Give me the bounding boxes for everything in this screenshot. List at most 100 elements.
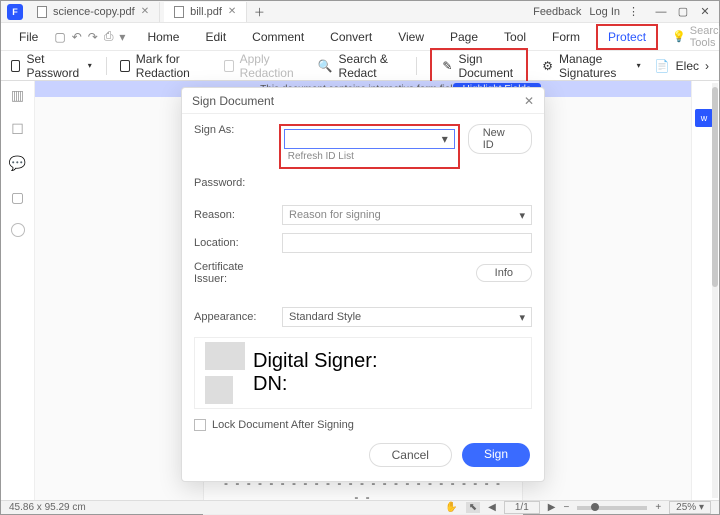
file-menu[interactable]: File xyxy=(9,26,48,48)
dialog-title: Sign Document xyxy=(192,94,274,108)
statusbar: 45.86 x 95.29 cm ✋ ⬉ ◀ 1/1 ▶ − + 25% ▾ xyxy=(1,500,719,514)
search-icon: 🔍 xyxy=(318,59,333,73)
set-password-button[interactable]: Set Password ▾ xyxy=(11,52,92,80)
pdf-icon xyxy=(37,6,47,18)
file-icon: 📄 xyxy=(655,59,670,73)
new-tab-button[interactable]: ＋ xyxy=(251,5,267,19)
minimize-button[interactable]: — xyxy=(653,5,669,19)
sign-as-select[interactable]: ▾ xyxy=(284,129,455,149)
login-link[interactable]: Log In xyxy=(589,6,620,18)
tab-label: science-copy.pdf xyxy=(53,6,135,18)
word-export-icon[interactable]: w xyxy=(695,109,713,127)
chevron-down-icon: ▾ xyxy=(442,132,448,146)
preview-line2: DN: xyxy=(253,373,378,396)
chevron-right-icon: › xyxy=(705,59,709,73)
close-icon[interactable]: ✕ xyxy=(141,6,149,17)
sign-button[interactable]: Sign xyxy=(462,443,530,467)
app-icon: F xyxy=(7,4,23,20)
apply-redaction-button: Apply Redaction xyxy=(224,52,303,80)
menu-page[interactable]: Page xyxy=(440,26,488,48)
menu-form[interactable]: Form xyxy=(542,26,590,48)
password-label: Password: xyxy=(194,177,274,189)
tab-science[interactable]: science-copy.pdf ✕ xyxy=(27,2,160,22)
sign-as-label: Sign As: xyxy=(194,124,271,136)
new-id-button[interactable]: New ID xyxy=(468,124,532,154)
menu-comment[interactable]: Comment xyxy=(242,26,314,48)
appearance-label: Appearance: xyxy=(194,311,274,323)
zoom-value[interactable]: 25% ▾ xyxy=(669,501,711,514)
lock-icon xyxy=(11,60,20,72)
reason-select[interactable]: Reason for signing ▾ xyxy=(282,205,532,225)
preview-line1: Digital Signer: xyxy=(253,350,378,373)
lock-checkbox[interactable] xyxy=(194,419,206,431)
save-icon[interactable]: ▢ xyxy=(54,28,65,46)
menu-tool[interactable]: Tool xyxy=(494,26,536,48)
search-tools[interactable]: 💡 Search Tools xyxy=(672,25,720,49)
lock-label: Lock Document After Signing xyxy=(212,419,354,431)
tab-bill[interactable]: bill.pdf ✕ xyxy=(164,2,247,22)
zoom-out-icon[interactable]: − xyxy=(563,502,569,513)
prev-page-icon[interactable]: ◀ xyxy=(488,502,496,513)
titlebar: F science-copy.pdf ✕ bill.pdf ✕ ＋ Feedba… xyxy=(1,1,719,23)
tab-label: bill.pdf xyxy=(190,6,222,18)
thumbnail-icon[interactable]: ▥ xyxy=(10,87,26,103)
scrollbar[interactable] xyxy=(712,83,718,498)
zoom-in-icon[interactable]: + xyxy=(655,502,661,513)
close-icon[interactable]: ✕ xyxy=(228,6,236,17)
chevron-down-icon: ▾ xyxy=(519,311,525,324)
comment-icon[interactable]: 💬 xyxy=(10,155,26,171)
location-label: Location: xyxy=(194,237,274,249)
attach-icon[interactable]: ▢ xyxy=(10,189,26,205)
apply-icon xyxy=(224,60,233,72)
sign-document-button[interactable]: ✎ Sign Document xyxy=(430,48,528,84)
reason-label: Reason: xyxy=(194,209,274,221)
redo-icon[interactable]: ↷ xyxy=(88,28,98,46)
refresh-id-list[interactable]: Refresh ID List xyxy=(284,149,455,164)
maximize-button[interactable]: ▢ xyxy=(675,5,691,19)
search-icon[interactable] xyxy=(11,223,25,237)
info-button[interactable]: Info xyxy=(476,264,532,282)
feedback-link[interactable]: Feedback xyxy=(533,6,581,18)
manage-signatures-button[interactable]: ⚙ Manage Signatures ▾ xyxy=(542,52,640,80)
appearance-select[interactable]: Standard Style ▾ xyxy=(282,307,532,327)
bulb-icon: 💡 xyxy=(672,30,686,43)
menubar: File ▢ ↶ ↷ ⎙ ▾ Home Edit Comment Convert… xyxy=(1,23,719,51)
hand-tool-icon[interactable]: ✋ xyxy=(445,502,457,513)
menu-view[interactable]: View xyxy=(388,26,434,48)
kebab-icon[interactable]: ⋮ xyxy=(628,5,639,18)
chevron-down-icon[interactable]: ▾ xyxy=(88,61,92,70)
chevron-down-icon[interactable]: ▾ xyxy=(637,61,641,70)
signature-preview: Digital Signer: DN: xyxy=(194,337,532,409)
protect-toolbar: Set Password ▾ Mark for Redaction Apply … xyxy=(1,51,719,81)
cancel-button[interactable]: Cancel xyxy=(369,443,452,467)
mark-icon xyxy=(120,60,129,72)
sign-as-highlight: ▾ Refresh ID List xyxy=(279,124,460,169)
location-input[interactable] xyxy=(282,233,532,253)
close-icon[interactable]: ✕ xyxy=(524,94,534,108)
undo-icon[interactable]: ↶ xyxy=(72,28,82,46)
page-indicator[interactable]: 1/1 xyxy=(504,501,540,514)
pointer-tool-icon[interactable]: ⬉ xyxy=(466,502,480,513)
menu-protect[interactable]: Protect xyxy=(596,24,658,50)
menu-convert[interactable]: Convert xyxy=(320,26,382,48)
gear-icon: ⚙ xyxy=(542,59,553,73)
bookmark-icon[interactable]: ☐ xyxy=(10,121,26,137)
zoom-slider[interactable] xyxy=(577,506,647,510)
next-page-icon[interactable]: ▶ xyxy=(548,502,556,513)
doc-dimensions: 45.86 x 95.29 cm xyxy=(9,502,86,513)
menu-edit[interactable]: Edit xyxy=(195,26,236,48)
issuer-label: Certificate Issuer: xyxy=(194,261,274,285)
search-redact-button[interactable]: 🔍 Search & Redact xyxy=(318,52,402,80)
menu-home[interactable]: Home xyxy=(137,26,189,48)
close-button[interactable]: ✕ xyxy=(697,5,713,19)
print-icon[interactable]: ⎙ xyxy=(104,28,114,46)
sign-document-dialog: Sign Document ✕ Sign As: ▾ Refresh ID Li… xyxy=(181,87,545,482)
sign-icon: ✎ xyxy=(442,59,452,73)
scroll-thumb[interactable] xyxy=(712,87,718,287)
elec-button[interactable]: 📄 Elec › xyxy=(655,59,709,73)
placeholder-box xyxy=(205,342,245,370)
chevron-down-icon: ▾ xyxy=(519,209,525,222)
chevron-down-icon[interactable]: ▾ xyxy=(119,28,125,46)
mark-redaction-button[interactable]: Mark for Redaction xyxy=(120,52,210,80)
placeholder-box xyxy=(205,376,233,404)
